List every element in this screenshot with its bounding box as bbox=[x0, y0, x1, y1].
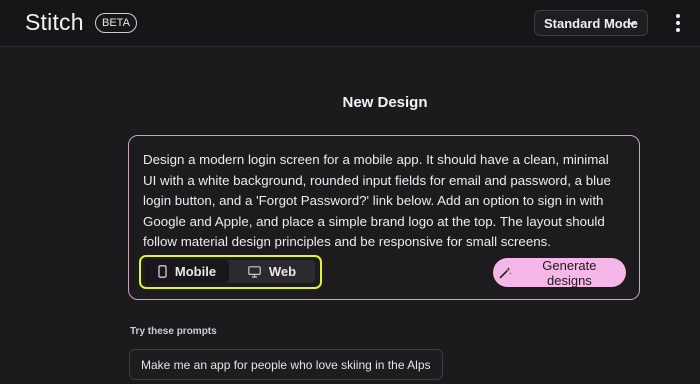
more-vert-icon[interactable] bbox=[670, 12, 686, 34]
beta-badge: BETA bbox=[95, 13, 137, 33]
prompt-card: Design a modern login screen for a mobil… bbox=[128, 135, 640, 300]
monitor-icon bbox=[248, 265, 261, 278]
page-title: New Design bbox=[342, 94, 428, 111]
suggestions-heading: Try these prompts bbox=[130, 326, 217, 337]
platform-option-label: Web bbox=[268, 264, 297, 279]
mode-select-label: Standard Mode bbox=[544, 15, 638, 31]
top-bar: Stitch BETA Standard Mode bbox=[0, 0, 700, 47]
platform-toggle-highlight: Mobile Web bbox=[139, 255, 322, 289]
mode-select[interactable]: Standard Mode bbox=[534, 10, 648, 36]
platform-toggle: Mobile Web bbox=[145, 260, 315, 283]
generate-designs-button[interactable]: Generate designs bbox=[493, 257, 626, 288]
app-logo[interactable]: Stitch bbox=[25, 9, 84, 36]
platform-option-label: Mobile bbox=[174, 264, 217, 279]
phone-icon bbox=[158, 265, 167, 278]
generate-designs-label: Generate designs bbox=[542, 257, 597, 288]
suggestion-chip[interactable]: Make me an app for people who love skiin… bbox=[129, 349, 443, 380]
prompt-input[interactable]: Design a modern login screen for a mobil… bbox=[143, 150, 625, 253]
platform-option-mobile[interactable]: Mobile bbox=[145, 260, 229, 283]
magic-wand-icon bbox=[499, 267, 512, 279]
chevron-down-icon bbox=[627, 20, 637, 26]
platform-option-web[interactable]: Web bbox=[229, 260, 315, 283]
